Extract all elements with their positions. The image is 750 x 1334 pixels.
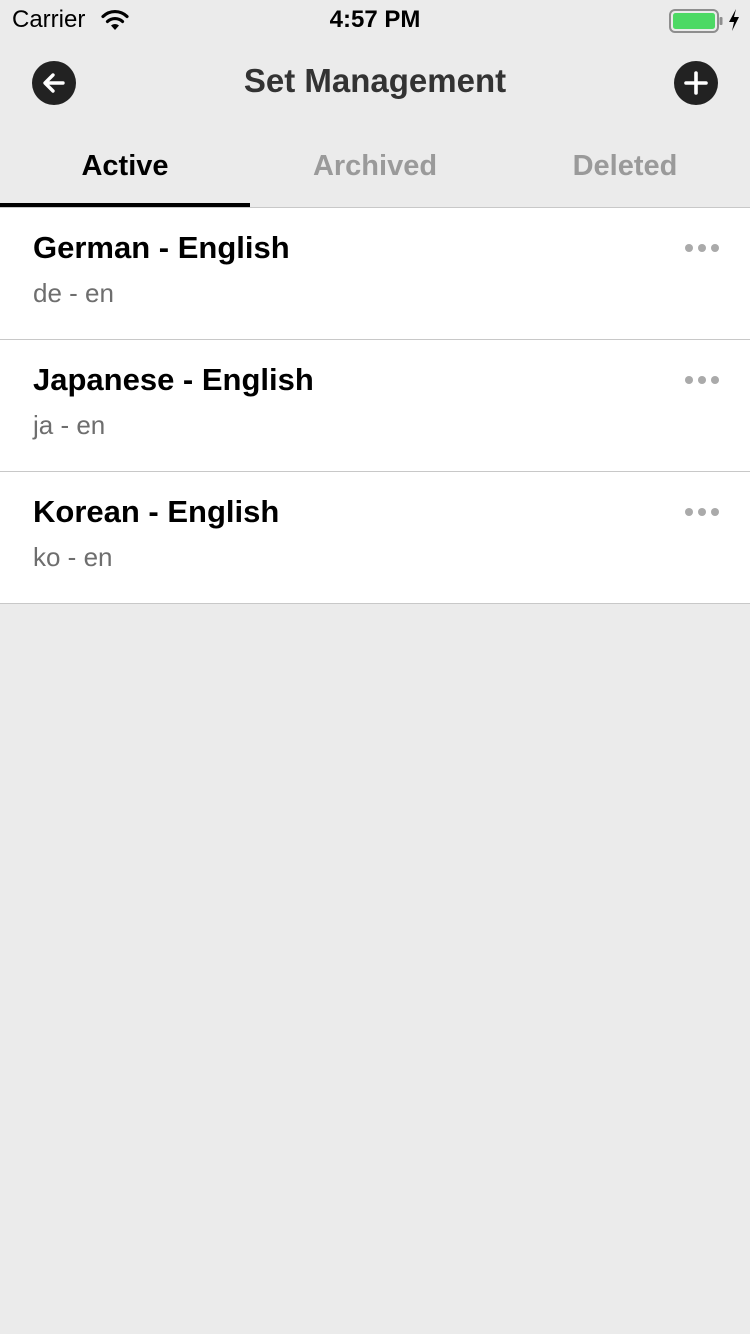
tab-label: Active	[81, 150, 169, 182]
status-bar: Carrier 4:57 PM	[0, 0, 750, 40]
ellipsis-icon	[685, 508, 693, 516]
list-item[interactable]: Japanese - English ja - en	[0, 340, 750, 472]
list-item[interactable]: Korean - English ko - en	[0, 472, 750, 604]
page-title: Set Management	[243, 62, 507, 99]
tab-bar: Active Archived Deleted	[0, 130, 750, 208]
set-language-codes: de - en	[33, 278, 114, 308]
tab-deleted[interactable]: Deleted	[500, 130, 750, 207]
tab-active[interactable]: Active	[0, 130, 250, 207]
list-item[interactable]: German - English de - en	[0, 208, 750, 340]
charging-bolt-icon	[729, 9, 739, 31]
add-set-button[interactable]	[674, 61, 718, 105]
set-title: Japanese - English	[33, 362, 314, 397]
set-language-codes: ko - en	[33, 542, 113, 572]
tab-label: Deleted	[572, 150, 678, 182]
more-options-button[interactable]	[676, 230, 728, 266]
ellipsis-icon	[685, 244, 693, 252]
clock: 4:57 PM	[329, 6, 421, 33]
nav-bar: Set Management	[0, 40, 750, 130]
set-list: German - English de - en Japanese - Engl…	[0, 208, 750, 604]
more-options-button[interactable]	[676, 494, 728, 530]
plus-icon	[684, 71, 708, 95]
set-language-codes: ja - en	[33, 410, 106, 440]
tab-label: Archived	[312, 150, 438, 182]
tab-archived[interactable]: Archived	[250, 130, 500, 207]
set-title: German - English	[33, 230, 290, 265]
more-options-button[interactable]	[676, 362, 728, 398]
set-title: Korean - English	[33, 494, 280, 529]
ellipsis-icon	[685, 376, 693, 384]
tab-active-indicator	[0, 203, 250, 207]
battery-icon	[669, 9, 723, 33]
